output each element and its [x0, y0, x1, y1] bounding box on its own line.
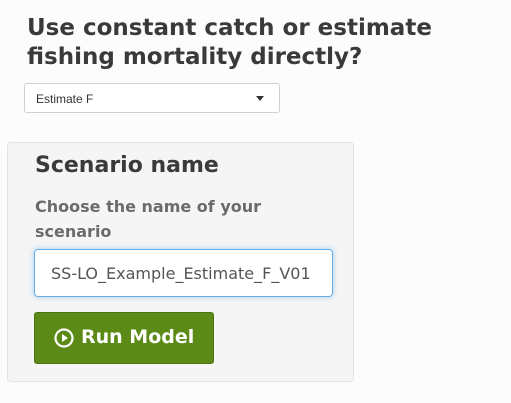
- select-selected-value: Estimate F: [36, 92, 94, 106]
- scenario-panel-title: Scenario name: [35, 153, 219, 178]
- run-model-label: Run Model: [81, 326, 195, 348]
- scenario-panel: Scenario name Choose the name of your sc…: [7, 142, 354, 382]
- catch-method-select[interactable]: Estimate F: [24, 83, 280, 113]
- play-circle-icon: [54, 328, 74, 348]
- scenario-name-input[interactable]: [34, 249, 333, 297]
- scenario-name-label: Choose the name of your scenario: [35, 197, 262, 241]
- catch-method-question: Use constant catch or estimate fishing m…: [27, 15, 432, 70]
- page: Use constant catch or estimate fishing m…: [0, 0, 511, 403]
- run-model-button[interactable]: Run Model: [34, 312, 214, 364]
- caret-down-icon: [256, 96, 264, 101]
